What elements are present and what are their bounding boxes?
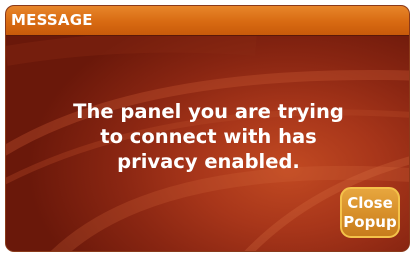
popup-message: The panel you are trying to connect with…	[46, 99, 371, 174]
close-popup-label: Close Popup	[343, 193, 397, 231]
message-line: privacy enabled.	[117, 150, 300, 173]
close-popup-button[interactable]: Close Popup	[340, 187, 400, 238]
title-bar: MESSAGE	[6, 6, 409, 36]
message-line: The panel you are trying	[73, 100, 344, 123]
popup-title: MESSAGE	[11, 11, 93, 29]
message-line: to connect with has	[100, 125, 317, 148]
